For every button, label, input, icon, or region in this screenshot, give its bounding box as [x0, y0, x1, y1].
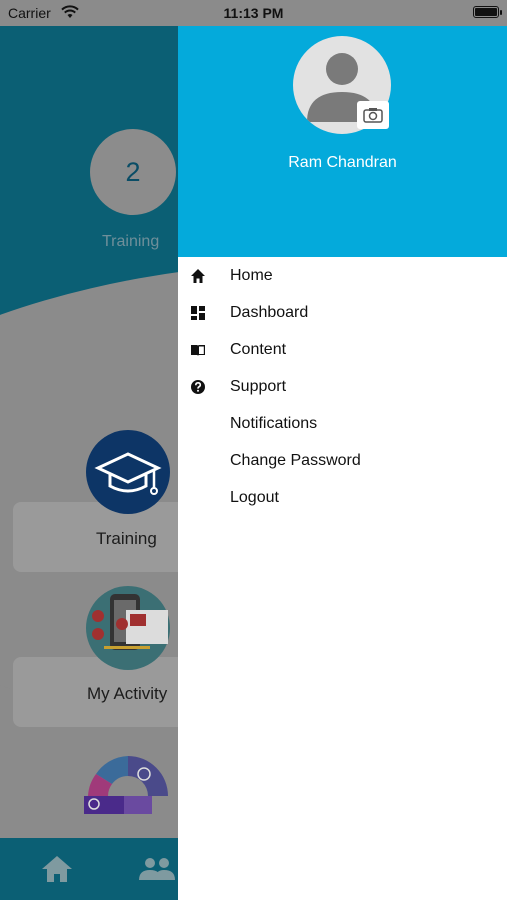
home-icon — [191, 269, 205, 283]
drawer-header: Ram Chandran — [178, 26, 507, 257]
menu-label-support: Support — [230, 377, 287, 395]
activity-icon — [86, 586, 170, 670]
training-count-badge: 2 — [90, 129, 176, 215]
menu-label-content: Content — [230, 340, 287, 358]
navigation-drawer: Ram Chandran Home Dashboard Content Supp… — [178, 26, 507, 900]
drawer-menu: Home Dashboard Content Support Notificat… — [178, 257, 507, 516]
status-bar: Carrier 11:13 PM — [0, 0, 507, 26]
menu-label-home: Home — [230, 266, 273, 284]
training-count-label: Training — [102, 233, 160, 250]
graduation-cap-icon — [86, 430, 170, 514]
menu-item-home[interactable]: Home — [178, 257, 507, 294]
chart-wheel-icon — [84, 752, 172, 814]
battery-icon — [473, 6, 499, 18]
my-activity-card-label: My Activity — [87, 684, 168, 703]
menu-item-change-password[interactable]: Change Password — [178, 442, 507, 479]
training-card-label: Training — [96, 529, 157, 548]
menu-label-change-password: Change Password — [230, 451, 361, 469]
menu-item-dashboard[interactable]: Dashboard — [178, 294, 507, 331]
dashboard-icon — [191, 306, 205, 320]
tab-people-icon[interactable] — [137, 856, 177, 882]
camera-icon[interactable] — [357, 101, 389, 129]
clock: 11:13 PM — [223, 5, 284, 21]
menu-item-notifications[interactable]: Notifications — [178, 405, 507, 442]
menu-item-logout[interactable]: Logout — [178, 479, 507, 516]
book-icon — [191, 345, 205, 356]
help-icon — [191, 380, 205, 394]
menu-label-dashboard: Dashboard — [230, 303, 309, 321]
menu-label-notifications: Notifications — [230, 414, 318, 432]
training-count: 2 — [125, 156, 141, 187]
menu-label-logout: Logout — [230, 488, 279, 506]
menu-item-support[interactable]: Support — [178, 368, 507, 405]
user-name: Ram Chandran — [288, 154, 397, 171]
tab-home-icon[interactable] — [40, 854, 74, 884]
menu-item-content[interactable]: Content — [178, 331, 507, 368]
